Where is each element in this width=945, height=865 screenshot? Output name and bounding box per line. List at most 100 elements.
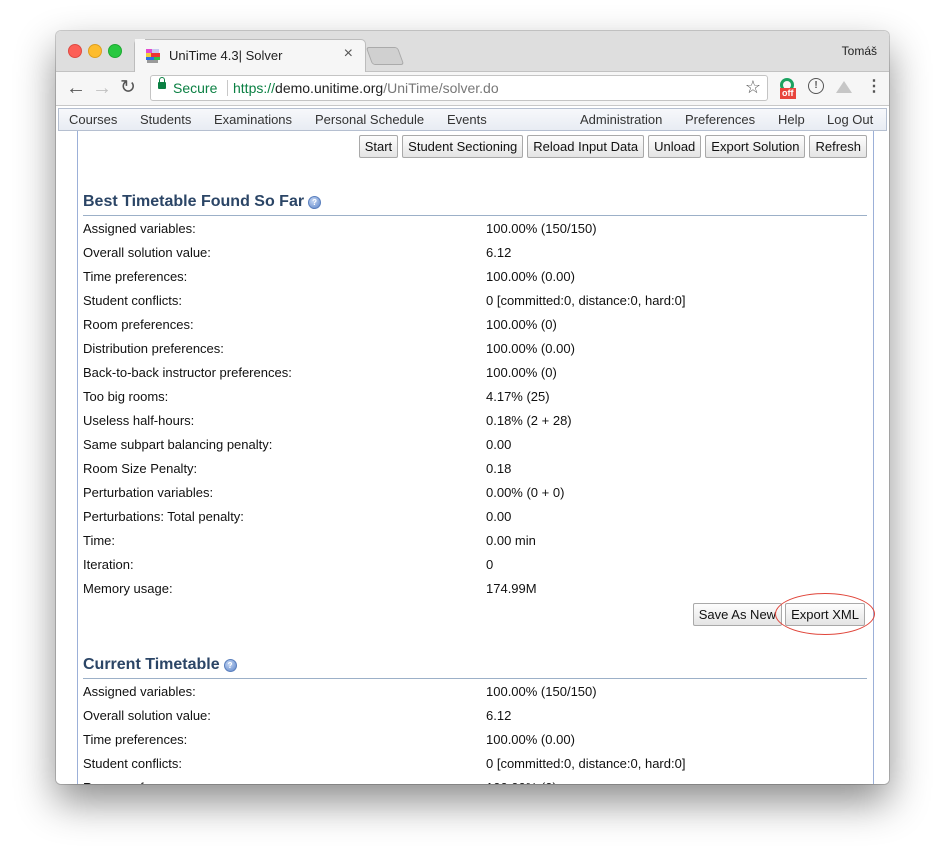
- stat-row: Iteration: 0: [83, 553, 867, 577]
- reload-icon[interactable]: ↻: [120, 77, 136, 99]
- stat-value: 100.00% (0): [486, 780, 557, 784]
- extension-badge: off: [780, 88, 796, 99]
- stat-row: Too big rooms: 4.17% (25): [83, 385, 867, 409]
- stat-label: Room preferences:: [83, 317, 194, 332]
- stat-value: 0: [486, 557, 494, 572]
- current-timetable-header: Current Timetable?: [83, 656, 867, 679]
- refresh-button[interactable]: Refresh: [809, 135, 867, 158]
- stat-row: Time: 0.00 min: [83, 529, 867, 553]
- stat-row: Time preferences: 100.00% (0.00): [83, 265, 867, 289]
- stat-row: Useless half-hours: 0.18% (2 + 28): [83, 409, 867, 433]
- drive-icon[interactable]: [836, 81, 852, 93]
- stat-value: 0.00: [486, 437, 512, 452]
- stat-label: Iteration:: [83, 557, 134, 572]
- stat-row: Student conflicts: 0 [committed:0, distan…: [83, 752, 867, 776]
- forward-arrow-icon[interactable]: →: [92, 77, 112, 99]
- stat-row: Assigned variables: 100.00% (150/150): [83, 217, 867, 241]
- start-button[interactable]: Start: [358, 135, 399, 158]
- export-solution-button[interactable]: Export Solution: [705, 135, 806, 158]
- omnibox-divider: [227, 80, 228, 96]
- profile-name[interactable]: Tomáš: [842, 44, 877, 58]
- stat-label: Overall solution value:: [83, 708, 211, 723]
- stat-label: Time:: [83, 533, 116, 548]
- extension-off-icon[interactable]: off: [778, 78, 798, 100]
- stat-value: 0.18: [486, 461, 512, 476]
- stat-value: 4.17% (25): [486, 389, 550, 404]
- stat-row: Room preferences: 100.00% (0): [83, 776, 867, 784]
- stat-value: 0.00: [486, 509, 512, 524]
- bookmark-star-icon[interactable]: ☆: [745, 77, 761, 98]
- browser-menu-icon[interactable]: ⋮: [866, 76, 882, 96]
- current-timetable-title: Current Timetable: [83, 656, 220, 673]
- help-icon[interactable]: ?: [223, 659, 237, 672]
- stat-value: 100.00% (0.00): [486, 269, 575, 284]
- best-timetable-title: Best Timetable Found So Far: [83, 193, 305, 210]
- tab-strip: UniTime 4.3| Solver × Tomáš: [56, 31, 889, 73]
- stat-value: 0.18% (2 + 28): [486, 413, 572, 428]
- menu-administration[interactable]: Administration: [580, 112, 662, 127]
- stat-row: Student conflicts: 0 [committed:0, distan…: [83, 289, 867, 313]
- browser-tab[interactable]: UniTime 4.3| Solver ×: [134, 39, 366, 73]
- stat-value: 0 [committed:0, distance:0, hard:0]: [486, 293, 686, 308]
- stat-value: 0.00 min: [486, 533, 536, 548]
- browser-toolbar: ← → ↻ Secure https://demo.unitime.org/Un…: [56, 72, 889, 106]
- lock-icon: [158, 77, 166, 89]
- best-timetable-header: Best Timetable Found So Far?: [83, 193, 867, 216]
- main-menu-bar: Courses Students Examinations Personal S…: [58, 108, 887, 131]
- menu-help[interactable]: Help: [778, 112, 805, 127]
- stat-label: Memory usage:: [83, 581, 173, 596]
- stat-label: Distribution preferences:: [83, 341, 224, 356]
- solver-button-row: Start Student Sectioning Reload Input Da…: [358, 135, 867, 158]
- export-xml-button[interactable]: Export XML: [785, 603, 865, 626]
- student-sectioning-button[interactable]: Student Sectioning: [402, 135, 524, 158]
- stat-label: Student conflicts:: [83, 293, 182, 308]
- close-window-button[interactable]: [68, 44, 82, 58]
- reload-input-data-button[interactable]: Reload Input Data: [527, 135, 645, 158]
- minimize-window-button[interactable]: [88, 44, 102, 58]
- menu-preferences[interactable]: Preferences: [685, 112, 755, 127]
- stat-label: Student conflicts:: [83, 756, 182, 771]
- stat-row: Time preferences: 100.00% (0.00): [83, 728, 867, 752]
- stat-label: Overall solution value:: [83, 245, 211, 260]
- menu-personal-schedule[interactable]: Personal Schedule: [315, 112, 424, 127]
- stat-value: 100.00% (150/150): [486, 221, 597, 236]
- best-timetable-actions: Save As New Export XML: [692, 603, 865, 626]
- content-frame: Start Student Sectioning Reload Input Da…: [77, 131, 875, 784]
- browser-window: UniTime 4.3| Solver × Tomáš ← → ↻ Secure…: [56, 31, 889, 784]
- password-manager-icon[interactable]: !: [808, 78, 824, 94]
- new-tab-button[interactable]: [365, 47, 405, 65]
- stat-row: Overall solution value: 6.12: [83, 704, 867, 728]
- stat-value: 100.00% (150/150): [486, 684, 597, 699]
- stat-value: 100.00% (0.00): [486, 341, 575, 356]
- stat-label: Perturbation variables:: [83, 485, 214, 500]
- stat-label: Too big rooms:: [83, 389, 169, 404]
- save-as-new-button[interactable]: Save As New: [692, 603, 783, 626]
- unload-button[interactable]: Unload: [648, 135, 702, 158]
- tab-close-icon[interactable]: ×: [344, 45, 353, 63]
- best-timetable-stats: Assigned variables: 100.00% (150/150) Over…: [83, 217, 867, 601]
- address-bar[interactable]: Secure https://demo.unitime.org/UniTime/…: [150, 75, 768, 101]
- stat-row: Distribution preferences: 100.00% (0.00): [83, 337, 867, 361]
- secure-label: Secure: [173, 80, 218, 96]
- stat-label: Perturbations: Total penalty:: [83, 509, 244, 524]
- stat-row: Memory usage: 174.99M: [83, 577, 867, 601]
- stat-row: Same subpart balancing penalty: 0.00: [83, 433, 867, 457]
- stat-row: Perturbations: Total penalty: 0.00: [83, 505, 867, 529]
- page-content: Courses Students Examinations Personal S…: [56, 106, 889, 784]
- menu-events[interactable]: Events: [447, 112, 487, 127]
- menu-examinations[interactable]: Examinations: [214, 112, 292, 127]
- url-text[interactable]: https://demo.unitime.org/UniTime/solver.…: [233, 80, 499, 96]
- help-icon[interactable]: ?: [308, 196, 322, 209]
- stat-label: Same subpart balancing penalty:: [83, 437, 273, 452]
- back-arrow-icon[interactable]: ←: [66, 77, 86, 99]
- stat-label: Room preferences:: [83, 780, 194, 784]
- stat-label: Assigned variables:: [83, 221, 196, 236]
- stat-label: Time preferences:: [83, 269, 188, 284]
- menu-log-out[interactable]: Log Out: [827, 112, 873, 127]
- maximize-window-button[interactable]: [108, 44, 122, 58]
- menu-courses[interactable]: Courses: [69, 112, 117, 127]
- stat-label: Back-to-back instructor preferences:: [83, 365, 292, 380]
- stat-value: 174.99M: [486, 581, 537, 596]
- menu-students[interactable]: Students: [140, 112, 191, 127]
- stat-value: 6.12: [486, 245, 512, 260]
